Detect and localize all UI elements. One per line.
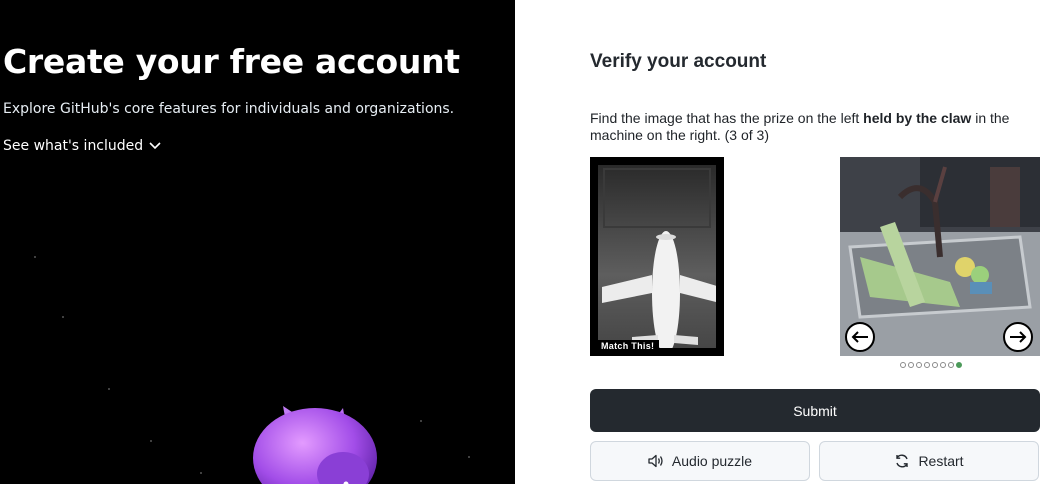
see-included-label: See what's included xyxy=(3,138,144,154)
restart-label: Restart xyxy=(918,453,964,469)
audio-puzzle-label: Audio puzzle xyxy=(671,453,753,469)
pager-dot[interactable] xyxy=(924,362,930,368)
arrow-right-icon xyxy=(1010,331,1027,343)
page-title: Create your free account xyxy=(3,42,460,81)
verify-instructions: Find the image that has the prize on the… xyxy=(590,110,1040,144)
submit-button[interactable]: Submit xyxy=(590,389,1040,432)
pager-dot[interactable] xyxy=(908,362,914,368)
image-pager xyxy=(900,362,962,368)
verify-title: Verify your account xyxy=(590,51,767,72)
see-included-toggle[interactable]: See what's included xyxy=(3,138,161,154)
instruction-emphasis: held by the claw xyxy=(863,110,972,126)
audio-puzzle-button[interactable]: Audio puzzle xyxy=(590,441,810,481)
pager-dot[interactable] xyxy=(940,362,946,368)
page-subtitle: Explore GitHub's core features for indiv… xyxy=(3,101,455,117)
verify-panel: Verify your account Find the image that … xyxy=(515,0,1047,484)
star-decoration xyxy=(150,440,152,442)
prize-photo xyxy=(598,165,716,348)
match-this-label: Match This! xyxy=(596,340,660,352)
arrow-left-icon xyxy=(851,331,868,343)
pager-dot[interactable] xyxy=(932,362,938,368)
airplane-prize-image xyxy=(602,168,716,348)
next-image-button[interactable] xyxy=(1003,322,1033,352)
star-decoration xyxy=(200,472,202,474)
pager-dot-active[interactable] xyxy=(956,362,962,368)
star-decoration xyxy=(108,388,110,390)
refresh-icon xyxy=(896,454,909,468)
star-decoration xyxy=(62,316,64,318)
pager-dot[interactable] xyxy=(948,362,954,368)
prize-reference-image: Match This! xyxy=(590,157,724,356)
instruction-text: Find the image that has the prize on the… xyxy=(590,110,864,126)
star-decoration xyxy=(420,420,422,422)
star-decoration xyxy=(468,456,470,458)
star-decoration xyxy=(34,256,36,258)
previous-image-button[interactable] xyxy=(845,322,875,352)
pager-dot[interactable] xyxy=(900,362,906,368)
speaker-icon xyxy=(648,454,663,468)
mascot-illustration xyxy=(253,406,377,484)
chevron-down-icon xyxy=(149,138,161,154)
signup-panel: Create your free account Explore GitHub'… xyxy=(0,0,515,484)
pager-dot[interactable] xyxy=(916,362,922,368)
restart-button[interactable]: Restart xyxy=(819,441,1039,481)
